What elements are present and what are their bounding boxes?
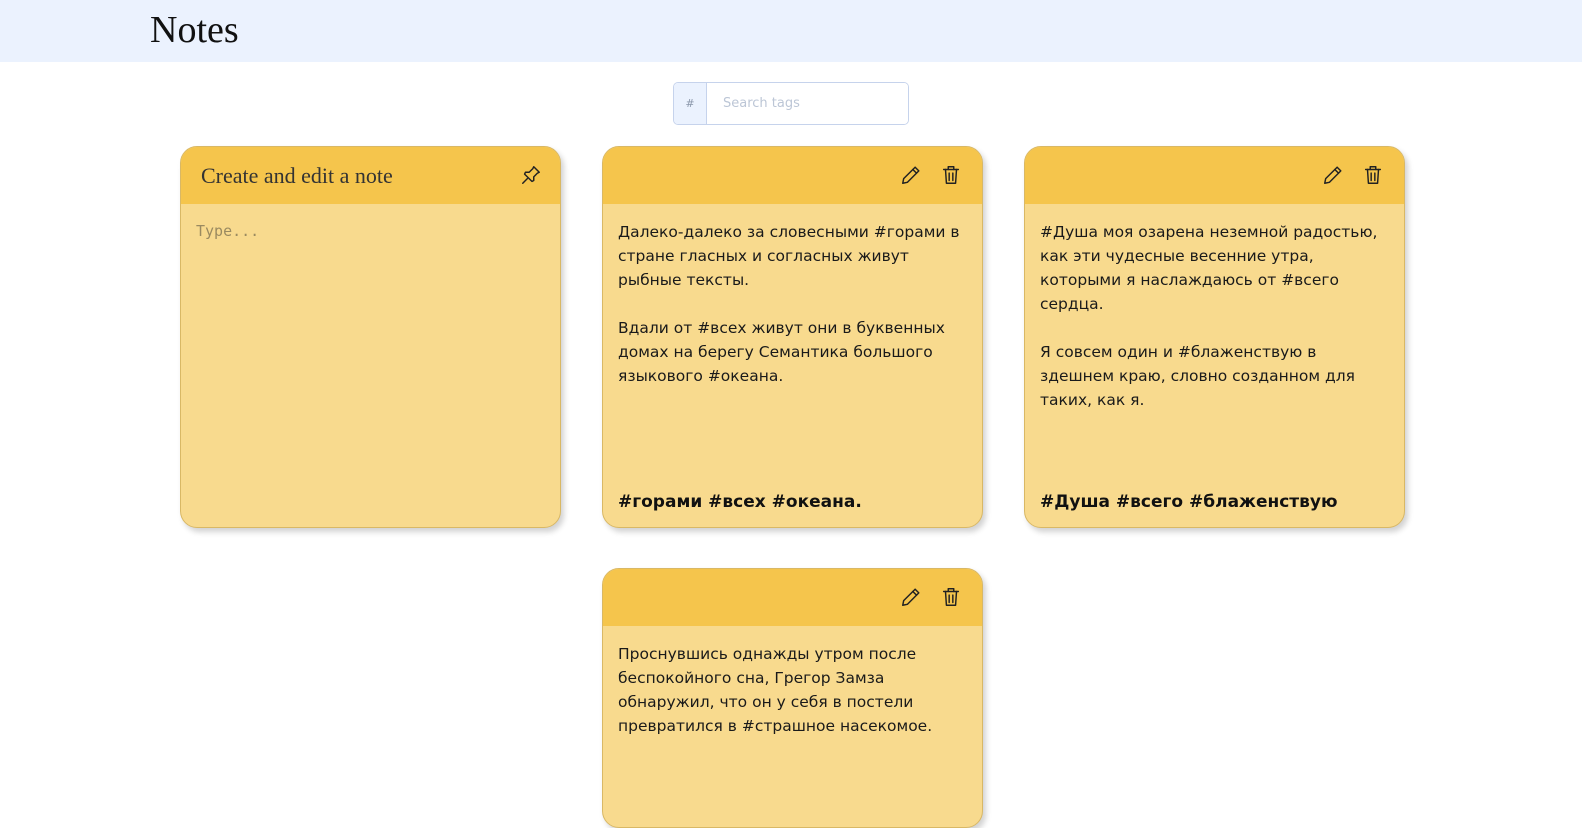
note-paragraph: #Душа моя озарена неземной радостью, как… [1040, 223, 1378, 313]
hash-prefix: # [674, 83, 707, 124]
note-paragraph: Вдали от #всех живут они в буквенных дом… [618, 319, 945, 385]
tag-search: # [673, 82, 909, 125]
create-note-card: Create and edit a note [180, 146, 561, 528]
note-tags: #горами #всех #океана. [618, 492, 862, 512]
search-input[interactable] [707, 83, 908, 124]
note-paragraph: Я совсем один и #блаженствую в здешнем к… [1040, 343, 1355, 409]
trash-icon[interactable] [938, 584, 964, 610]
note-card: Далеко-далеко за словесными #горами в ст… [602, 146, 983, 528]
create-note-title: Create and edit a note [201, 163, 393, 188]
card-header: Create and edit a note [181, 147, 560, 204]
pin-icon[interactable] [518, 162, 544, 188]
note-paragraph: Далеко-далеко за словесными #горами в ст… [618, 223, 960, 289]
note-text: Далеко-далеко за словесными #горами в ст… [603, 204, 982, 388]
note-card: Проснувшись однажды утром после беспокой… [602, 568, 983, 828]
note-tags: #Душа #всего #блаженствую [1040, 492, 1338, 512]
note-text: Проснувшись однажды утром после беспокой… [603, 626, 982, 738]
pencil-icon[interactable] [898, 584, 924, 610]
card-header [1025, 147, 1404, 204]
app-header: Notes [0, 0, 1582, 62]
app-title: Notes [150, 9, 239, 51]
pencil-icon[interactable] [898, 162, 924, 188]
note-paragraph: Проснувшись однажды утром после беспокой… [618, 645, 933, 735]
card-header [603, 147, 982, 204]
card-header [603, 569, 982, 626]
note-card: #Душа моя озарена неземной радостью, как… [1024, 146, 1405, 528]
note-text: #Душа моя озарена неземной радостью, как… [1025, 204, 1404, 412]
pencil-icon[interactable] [1320, 162, 1346, 188]
trash-icon[interactable] [1360, 162, 1386, 188]
note-textarea[interactable] [181, 204, 560, 522]
trash-icon[interactable] [938, 162, 964, 188]
